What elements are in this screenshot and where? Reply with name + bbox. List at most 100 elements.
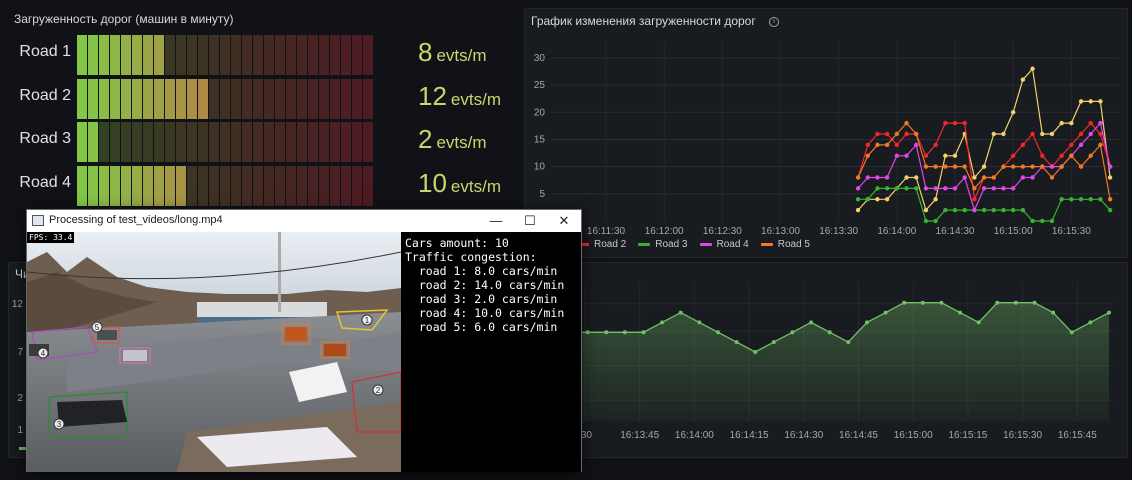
gauge-segment bbox=[220, 35, 230, 75]
x-tick-label: 16:12:30 bbox=[703, 226, 742, 237]
gauge-segment bbox=[330, 79, 340, 119]
gauge-segment bbox=[264, 79, 274, 119]
gauge-segment bbox=[352, 122, 362, 162]
road-load-line-panel[interactable]: График изменения загруженности дорог i 3… bbox=[524, 8, 1128, 258]
legend-item[interactable]: Road 4 bbox=[699, 239, 749, 250]
gauge-segment bbox=[99, 35, 109, 75]
gauge-segment bbox=[352, 79, 362, 119]
minimize-button[interactable]: — bbox=[479, 210, 513, 232]
data-point bbox=[734, 340, 739, 345]
gauge-segment bbox=[110, 79, 120, 119]
data-point bbox=[1088, 320, 1093, 325]
data-point bbox=[952, 153, 958, 158]
data-point bbox=[1098, 120, 1103, 126]
gauge-segment bbox=[88, 166, 98, 206]
gauge-segment bbox=[363, 166, 373, 206]
gauge-segment bbox=[187, 122, 197, 162]
road-row: Road 4 10 evts/m bbox=[0, 166, 514, 206]
data-point bbox=[1001, 207, 1006, 213]
data-point bbox=[1107, 197, 1113, 202]
data-point bbox=[865, 175, 870, 180]
data-point bbox=[1030, 131, 1035, 137]
data-point bbox=[920, 300, 925, 305]
data-point bbox=[1040, 218, 1045, 224]
data-point bbox=[943, 120, 948, 126]
data-point bbox=[1069, 120, 1074, 126]
processing-window[interactable]: Processing of test_videos/long.mp4 — ☐ ✕ bbox=[26, 209, 582, 472]
data-point bbox=[943, 207, 948, 213]
data-point bbox=[1088, 120, 1093, 126]
x-tick-label: 16:15:00 bbox=[994, 226, 1033, 237]
gauge-segment bbox=[132, 166, 142, 206]
data-point bbox=[1069, 197, 1074, 202]
data-point bbox=[1010, 164, 1016, 169]
data-point bbox=[962, 175, 967, 180]
data-point bbox=[1059, 153, 1064, 158]
gauge-segment bbox=[209, 79, 219, 119]
data-point bbox=[904, 131, 909, 137]
fps-label: FPS: 33.4 bbox=[27, 232, 75, 243]
gauge-segment bbox=[220, 122, 230, 162]
gauge-segment bbox=[242, 122, 252, 162]
data-point bbox=[1098, 142, 1103, 148]
data-point bbox=[875, 142, 880, 148]
data-point bbox=[943, 164, 948, 169]
gauge-segment bbox=[154, 122, 164, 162]
legend-item[interactable]: Road 3 bbox=[638, 239, 688, 250]
maximize-button[interactable]: ☐ bbox=[513, 210, 547, 232]
data-point bbox=[923, 186, 929, 191]
gauge-segment bbox=[121, 35, 131, 75]
data-point bbox=[933, 197, 938, 202]
video-frame: 1 2 3 4 5 FPS: 33.4 bbox=[27, 232, 401, 472]
road-value: 10 evts/m bbox=[418, 168, 501, 199]
console-line: road 2: 14.0 cars/min bbox=[405, 278, 565, 292]
data-point bbox=[753, 350, 758, 354]
x-tick-label: 16:15:45 bbox=[1058, 430, 1097, 441]
console-line: road 1: 8.0 cars/min bbox=[405, 264, 558, 278]
road-value-number: 10 bbox=[418, 168, 447, 198]
road-value-unit: evts/m bbox=[450, 177, 501, 196]
x-tick-label: 16:14:45 bbox=[839, 430, 878, 441]
road-value-number: 12 bbox=[418, 81, 447, 111]
data-point bbox=[904, 153, 909, 158]
data-point bbox=[1078, 142, 1084, 148]
data-point bbox=[1107, 310, 1111, 315]
x-tick-label: 16:13:30 bbox=[819, 226, 858, 237]
data-point bbox=[1032, 300, 1037, 305]
data-point bbox=[604, 330, 609, 335]
close-button[interactable]: ✕ bbox=[547, 210, 581, 232]
gauge-segment bbox=[341, 122, 351, 162]
x-tick-label: 16:15:30 bbox=[1003, 430, 1042, 441]
gauge-segment bbox=[187, 79, 197, 119]
gauge-segment bbox=[187, 35, 197, 75]
road-label: Road 2 bbox=[19, 87, 71, 104]
legend-item[interactable]: Road 5 bbox=[760, 239, 810, 250]
svg-text:5: 5 bbox=[95, 323, 100, 332]
area-fill bbox=[569, 302, 1109, 421]
data-point bbox=[1078, 197, 1084, 202]
data-point bbox=[855, 207, 861, 213]
data-point bbox=[1001, 186, 1006, 191]
data-point bbox=[827, 330, 832, 335]
legend-item[interactable]: Road 2 bbox=[577, 239, 626, 250]
data-point bbox=[875, 197, 880, 202]
svg-text:2: 2 bbox=[376, 386, 381, 395]
window-titlebar[interactable]: Processing of test_videos/long.mp4 — ☐ ✕ bbox=[27, 210, 581, 232]
road-bar-gauge bbox=[77, 35, 373, 75]
y-tick-label: 7 bbox=[17, 347, 23, 358]
data-point bbox=[991, 175, 996, 180]
data-point bbox=[855, 175, 861, 180]
data-point bbox=[962, 207, 967, 213]
data-point bbox=[991, 131, 996, 137]
data-point bbox=[981, 175, 987, 180]
console-output: Cars amount: 10 Traffic congestion: road … bbox=[401, 232, 581, 472]
data-point bbox=[641, 330, 646, 335]
gauge-segment bbox=[165, 166, 175, 206]
gauge-segment bbox=[231, 122, 241, 162]
data-point bbox=[865, 153, 870, 158]
console-line: road 3: 2.0 cars/min bbox=[405, 292, 558, 306]
road-row: Road 3 2 evts/m bbox=[0, 122, 514, 162]
gauge-segment bbox=[143, 166, 153, 206]
data-point bbox=[894, 131, 900, 137]
window-title: Processing of test_videos/long.mp4 bbox=[49, 214, 223, 226]
